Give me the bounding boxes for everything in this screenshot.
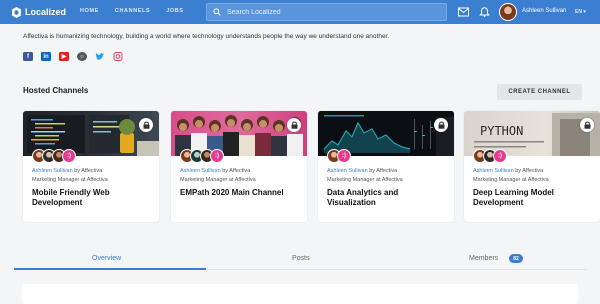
nav-link-home[interactable]: HOME [80,8,99,14]
user-name[interactable]: Ashleen Sullivan [522,8,566,14]
language-selector[interactable]: EN ▾ [575,9,586,15]
channel-title[interactable]: Data Analytics and Visualization [327,188,449,209]
nav-link-channels[interactable]: CHANNELS [115,8,150,14]
channel-card[interactable]: :) Ashleen Sullivan by Affectiva Marketi… [23,111,159,222]
channel-card[interactable]: PYTHON :) Ashleen Sullivan by Affectiva … [464,111,600,222]
social-links: f in ▶ ☼ [23,52,123,61]
owner-role: Marketing Manager at Affectiva [32,176,108,183]
tab-posts[interactable]: Posts [292,255,310,262]
org-description: Affectiva is humanizing technology, buil… [23,33,390,40]
channel-owner-info: Ashleen Sullivan by Affectiva Marketing … [327,167,451,184]
search-icon [213,8,221,16]
channel-logo-icon: :) [210,149,224,163]
bell-icon[interactable] [479,7,490,17]
youtube-icon[interactable]: ▶ [59,52,69,61]
channel-title[interactable]: EMPath 2020 Main Channel [180,188,302,198]
lock-icon [139,118,153,132]
logo[interactable]: Localized [12,5,66,19]
owner-org: by Affectiva [369,168,398,174]
section-title: Hosted Channels [23,86,89,95]
owner-name[interactable]: Ashleen Sullivan [327,168,368,174]
active-tab-indicator [14,268,206,270]
logo-icon [12,6,21,18]
tab-bar: Overview Posts Members [14,250,587,270]
search-input[interactable] [227,8,427,16]
channel-logo-icon: :) [337,149,351,163]
members-count-badge: 82 [509,254,523,263]
tab-overview[interactable]: Overview [92,255,121,262]
top-navbar: Localized HOME CHANNELS JOBS Ashleen Sul… [0,0,600,24]
overview-panel [22,284,578,304]
owner-org: by Affectiva [222,168,251,174]
member-avatars: :) [473,149,507,163]
owner-name[interactable]: Ashleen Sullivan [473,168,514,174]
lock-icon [287,118,301,132]
owner-name[interactable]: Ashleen Sullivan [180,168,221,174]
website-icon[interactable]: ☼ [77,52,87,61]
create-channel-button[interactable]: CREATE CHANNEL [497,84,582,100]
member-avatars: :) [327,149,351,163]
owner-org: by Affectiva [74,168,103,174]
channel-owner-info: Ashleen Sullivan by Affectiva Marketing … [32,167,156,184]
lock-icon [580,118,594,132]
svg-text:PYTHON: PYTHON [480,124,523,138]
owner-role: Marketing Manager at Affectiva [327,176,403,183]
owner-role: Marketing Manager at Affectiva [473,176,549,183]
channel-title[interactable]: Mobile Friendly Web Development [32,188,154,209]
owner-org: by Affectiva [515,168,544,174]
instagram-icon[interactable] [113,52,123,61]
lock-icon [434,118,448,132]
linkedin-icon[interactable]: in [41,52,51,61]
nav-link-jobs[interactable]: JOBS [166,8,183,14]
owner-role: Marketing Manager at Affectiva [180,176,256,183]
member-avatars: :) [180,149,224,163]
channel-logo-icon: :) [493,149,507,163]
mail-icon[interactable] [458,7,469,17]
chevron-down-icon: ▾ [583,9,586,15]
twitter-icon[interactable] [95,52,105,61]
channel-card[interactable]: :) Ashleen Sullivan by Affectiva Marketi… [171,111,307,222]
app-name: Localized [25,7,67,17]
member-avatars: :) [32,149,76,163]
channel-owner-info: Ashleen Sullivan by Affectiva Marketing … [473,167,597,184]
channel-card[interactable]: :) Ashleen Sullivan by Affectiva Marketi… [318,111,454,222]
facebook-icon[interactable]: f [23,52,33,61]
owner-name[interactable]: Ashleen Sullivan [32,168,73,174]
channel-owner-info: Ashleen Sullivan by Affectiva Marketing … [180,167,304,184]
channel-title[interactable]: Deep Learning Model Development [473,188,595,209]
tab-members[interactable]: Members [469,255,498,262]
user-avatar[interactable] [499,3,517,21]
language-label: EN [575,9,582,15]
channel-logo-icon: :) [62,149,76,163]
search-bar[interactable] [206,3,447,21]
nav-links: HOME CHANNELS JOBS [80,8,184,14]
